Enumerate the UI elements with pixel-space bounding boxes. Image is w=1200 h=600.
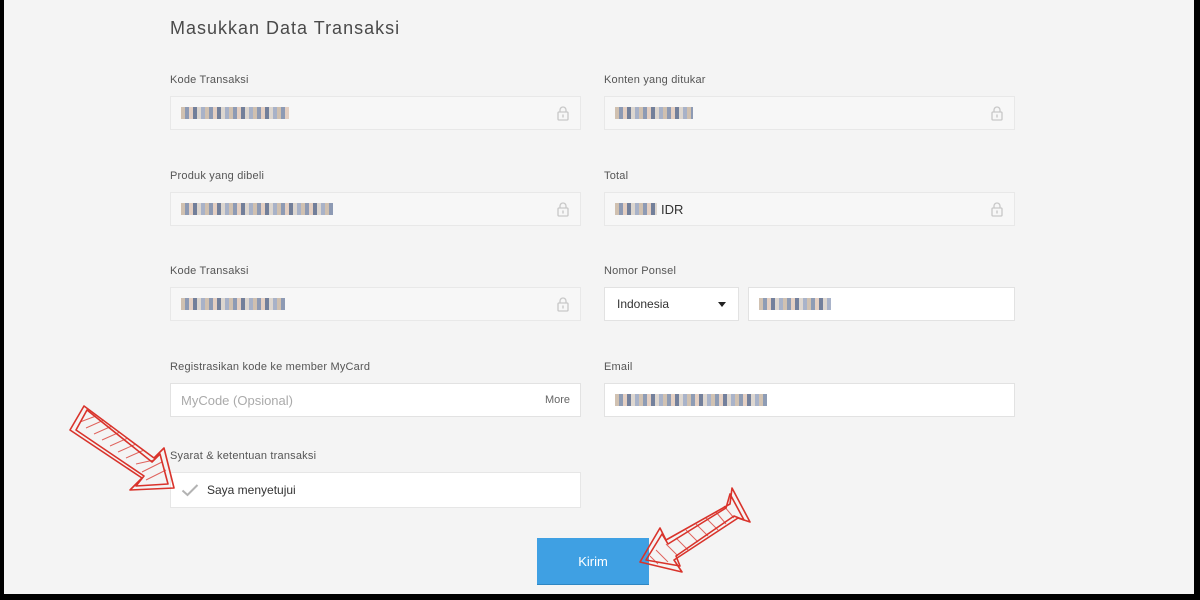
phone-input[interactable] bbox=[748, 287, 1015, 321]
redacted-value bbox=[759, 298, 831, 310]
form-page: Masukkan Data Transaksi Kode Transaksi K… bbox=[4, 0, 1194, 594]
label-nomor-ponsel: Nomor Ponsel bbox=[604, 265, 677, 277]
label-syarat: Syarat & ketentuan transaksi bbox=[170, 450, 317, 462]
redacted-value bbox=[615, 203, 657, 215]
label-total: Total bbox=[604, 170, 629, 182]
lock-icon bbox=[557, 202, 569, 217]
redacted-value bbox=[615, 107, 693, 119]
redacted-value bbox=[181, 298, 285, 310]
label-mycode: Registrasikan kode ke member MyCard bbox=[170, 361, 371, 373]
agree-label: Saya menyetujui bbox=[207, 483, 296, 497]
label-kode-transaksi: Kode Transaksi bbox=[170, 74, 249, 86]
mycode-placeholder: MyCode (Opsional) bbox=[181, 392, 293, 408]
label-kode-transaksi-2: Kode Transaksi bbox=[170, 265, 249, 277]
redacted-value bbox=[181, 203, 333, 215]
check-icon bbox=[181, 484, 199, 497]
lock-icon bbox=[557, 297, 569, 312]
redacted-value bbox=[615, 394, 767, 406]
label-produk: Produk yang dibeli bbox=[170, 170, 265, 182]
mycode-input[interactable]: MyCode (Opsional) More bbox=[170, 383, 581, 417]
total-field[interactable]: IDR bbox=[604, 192, 1015, 226]
agree-checkbox[interactable]: Saya menyetujui bbox=[170, 472, 581, 508]
label-konten: Konten yang ditukar bbox=[604, 74, 706, 86]
country-select[interactable]: Indonesia bbox=[604, 287, 739, 321]
arrow-annotation-right bbox=[639, 487, 751, 573]
lock-icon bbox=[991, 106, 1003, 121]
produk-field[interactable] bbox=[170, 192, 581, 226]
lock-icon bbox=[991, 202, 1003, 217]
page-title: Masukkan Data Transaksi bbox=[170, 18, 401, 38]
currency-label: IDR bbox=[661, 201, 684, 217]
arrow-annotation-left bbox=[69, 405, 175, 491]
kode-transaksi-field[interactable] bbox=[170, 96, 581, 130]
submit-button[interactable]: Kirim bbox=[537, 538, 649, 584]
konten-field[interactable] bbox=[604, 96, 1015, 130]
country-value: Indonesia bbox=[617, 297, 670, 311]
chevron-down-icon bbox=[718, 302, 726, 307]
kode-transaksi-2-field[interactable] bbox=[170, 287, 581, 321]
label-email: Email bbox=[604, 361, 633, 373]
more-link[interactable]: More bbox=[545, 394, 570, 406]
lock-icon bbox=[557, 106, 569, 121]
email-input[interactable] bbox=[604, 383, 1015, 417]
redacted-value bbox=[181, 107, 289, 119]
